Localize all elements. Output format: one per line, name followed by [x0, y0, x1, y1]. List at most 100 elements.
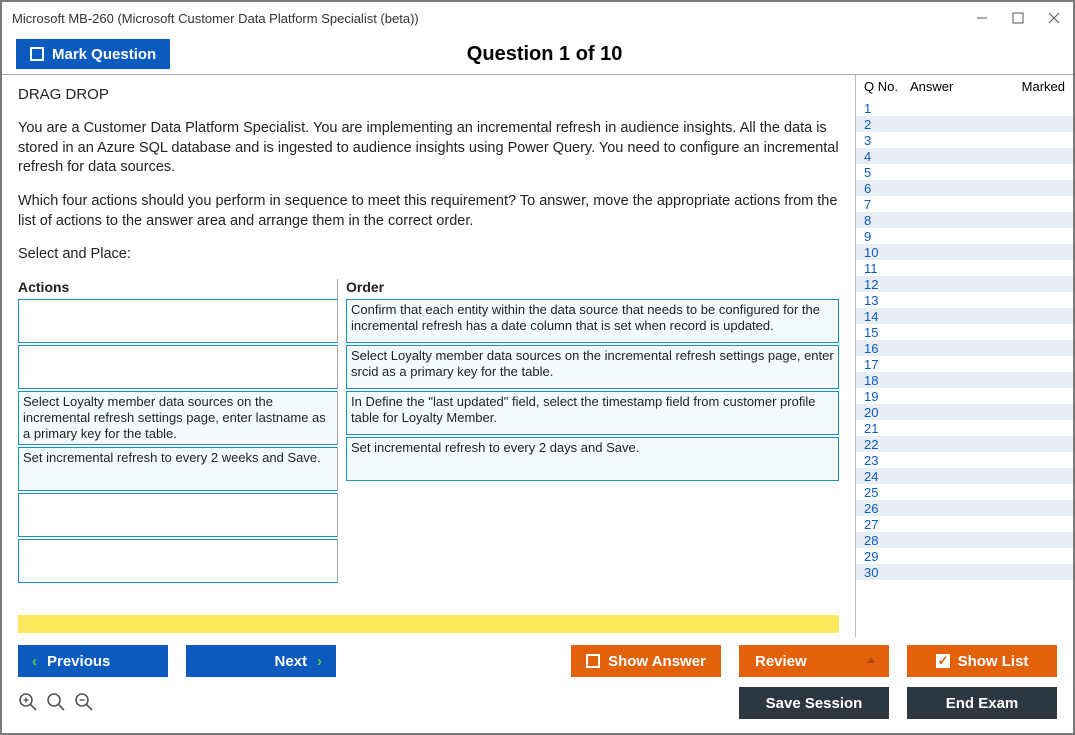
- next-button[interactable]: Next ›: [186, 645, 336, 677]
- question-number: 17: [864, 357, 910, 372]
- question-number: 18: [864, 373, 910, 388]
- question-panel: DRAG DROP You are a Customer Data Platfo…: [2, 75, 855, 637]
- question-list-row[interactable]: 13: [856, 292, 1073, 308]
- action-slot-6[interactable]: [18, 539, 338, 583]
- question-list-header: Q No. Answer Marked: [856, 75, 1073, 100]
- content-area: DRAG DROP You are a Customer Data Platfo…: [2, 74, 1073, 637]
- question-list-row[interactable]: 28: [856, 532, 1073, 548]
- show-answer-label: Show Answer: [608, 653, 706, 670]
- question-list-row[interactable]: 21: [856, 420, 1073, 436]
- order-slot-3[interactable]: In Define the "last updated" field, sele…: [346, 391, 839, 435]
- question-number: 16: [864, 341, 910, 356]
- question-number: 21: [864, 421, 910, 436]
- checkbox-checked-icon: [936, 654, 950, 668]
- question-number: 26: [864, 501, 910, 516]
- minimize-icon[interactable]: [973, 9, 991, 27]
- question-list-row[interactable]: 12: [856, 276, 1073, 292]
- question-list-row[interactable]: 16: [856, 340, 1073, 356]
- question-list-row[interactable]: 9: [856, 228, 1073, 244]
- mark-question-label: Mark Question: [52, 46, 156, 63]
- maximize-icon[interactable]: [1009, 9, 1027, 27]
- end-exam-button[interactable]: End Exam: [907, 687, 1057, 719]
- action-slot-1[interactable]: [18, 299, 338, 343]
- question-list-row[interactable]: 11: [856, 260, 1073, 276]
- question-number: 22: [864, 437, 910, 452]
- previous-button[interactable]: ‹ Previous: [18, 645, 168, 677]
- question-list-row[interactable]: 8: [856, 212, 1073, 228]
- question-paragraph-3: Select and Place:: [18, 245, 839, 265]
- question-number: 2: [864, 117, 910, 132]
- question-list-row[interactable]: 20: [856, 404, 1073, 420]
- question-list-row[interactable]: 3: [856, 132, 1073, 148]
- action-slot-4[interactable]: Set incremental refresh to every 2 weeks…: [18, 447, 338, 491]
- question-list-row[interactable]: 18: [856, 372, 1073, 388]
- question-number: 27: [864, 517, 910, 532]
- show-list-label: Show List: [958, 653, 1029, 670]
- chevron-right-icon: ›: [317, 653, 322, 670]
- question-list-row[interactable]: 24: [856, 468, 1073, 484]
- question-number: 7: [864, 197, 910, 212]
- actions-header: Actions: [18, 279, 338, 299]
- question-list-row[interactable]: 23: [856, 452, 1073, 468]
- question-number: 23: [864, 453, 910, 468]
- review-label: Review: [755, 653, 807, 670]
- question-number: 28: [864, 533, 910, 548]
- question-list-row[interactable]: 10: [856, 244, 1073, 260]
- checkbox-icon: [586, 654, 600, 668]
- question-list-row[interactable]: 4: [856, 148, 1073, 164]
- action-slot-3[interactable]: Select Loyalty member data sources on th…: [18, 391, 338, 446]
- question-paragraph-2: Which four actions should you perform in…: [18, 192, 839, 231]
- question-list-row[interactable]: 22: [856, 436, 1073, 452]
- action-slot-5[interactable]: [18, 493, 338, 537]
- next-label: Next: [274, 653, 307, 670]
- question-list-row[interactable]: 17: [856, 356, 1073, 372]
- show-answer-button[interactable]: Show Answer: [571, 645, 721, 677]
- save-session-button[interactable]: Save Session: [739, 687, 889, 719]
- question-paragraph-1: You are a Customer Data Platform Special…: [18, 119, 839, 178]
- question-list-row[interactable]: 14: [856, 308, 1073, 324]
- close-icon[interactable]: [1045, 9, 1063, 27]
- question-number: 9: [864, 229, 910, 244]
- chevron-left-icon: ‹: [32, 653, 37, 670]
- question-list-row[interactable]: 26: [856, 500, 1073, 516]
- order-slot-2[interactable]: Select Loyalty member data sources on th…: [346, 345, 839, 389]
- question-number: 29: [864, 549, 910, 564]
- mark-question-button[interactable]: Mark Question: [16, 39, 170, 69]
- zoom-out-icon[interactable]: [74, 692, 96, 714]
- show-list-button[interactable]: Show List: [907, 645, 1057, 677]
- header-qno: Q No.: [864, 79, 910, 94]
- zoom-icon[interactable]: [46, 692, 68, 714]
- review-button[interactable]: Review: [739, 645, 889, 677]
- question-number: 10: [864, 245, 910, 260]
- question-list-row[interactable]: 25: [856, 484, 1073, 500]
- header-answer: Answer: [910, 79, 1009, 94]
- question-list-row[interactable]: 29: [856, 548, 1073, 564]
- order-slot-4[interactable]: Set incremental refresh to every 2 days …: [346, 437, 839, 481]
- question-number: 14: [864, 309, 910, 324]
- question-list-row[interactable]: 27: [856, 516, 1073, 532]
- question-number: 30: [864, 565, 910, 580]
- footer: ‹ Previous Next › Show Answer Review Sho…: [2, 637, 1073, 733]
- zoom-in-icon[interactable]: [18, 692, 40, 714]
- question-list-scroll[interactable]: 1234567891011121314151617181920212223242…: [856, 100, 1073, 637]
- end-exam-label: End Exam: [946, 695, 1019, 712]
- question-number: 24: [864, 469, 910, 484]
- question-list-panel: Q No. Answer Marked 12345678910111213141…: [855, 75, 1073, 637]
- order-column: Order Confirm that each entity within th…: [346, 279, 839, 586]
- question-number: 1: [864, 101, 910, 116]
- triangle-up-icon: [867, 657, 875, 663]
- question-list-row[interactable]: 1: [856, 100, 1073, 116]
- window-title: Microsoft MB-260 (Microsoft Customer Dat…: [12, 11, 419, 26]
- question-list-row[interactable]: 19: [856, 388, 1073, 404]
- question-list-row[interactable]: 5: [856, 164, 1073, 180]
- order-slot-1[interactable]: Confirm that each entity within the data…: [346, 299, 839, 343]
- question-number: 12: [864, 277, 910, 292]
- question-list-row[interactable]: 15: [856, 324, 1073, 340]
- action-slot-2[interactable]: [18, 345, 338, 389]
- question-list-row[interactable]: 30: [856, 564, 1073, 580]
- question-list-row[interactable]: 6: [856, 180, 1073, 196]
- question-list-row[interactable]: 2: [856, 116, 1073, 132]
- question-list-row[interactable]: 7: [856, 196, 1073, 212]
- question-scroll[interactable]: DRAG DROP You are a Customer Data Platfo…: [2, 75, 855, 637]
- question-number: 13: [864, 293, 910, 308]
